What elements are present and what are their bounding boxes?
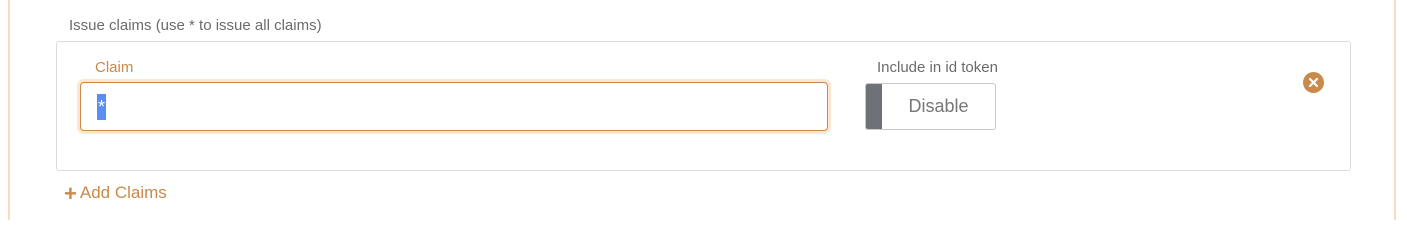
claim-input-value[interactable]: * <box>97 93 107 120</box>
plus-icon: + <box>64 181 77 206</box>
claim-field-label: Claim <box>95 59 134 76</box>
toggle-knob[interactable] <box>866 84 882 129</box>
claim-input[interactable]: * <box>80 82 828 131</box>
toggle-state-text: Disable <box>908 96 969 116</box>
remove-claim-button[interactable] <box>1303 72 1324 93</box>
issue-claims-label: Issue claims (use * to issue all claims) <box>69 17 322 34</box>
include-id-token-label: Include in id token <box>877 59 998 76</box>
close-circle-icon <box>1308 77 1319 88</box>
add-claims-label: Add Claims <box>79 183 167 202</box>
add-claims-button[interactable]: + Add Claims <box>64 181 167 206</box>
include-id-token-toggle[interactable]: Disable <box>865 83 996 130</box>
